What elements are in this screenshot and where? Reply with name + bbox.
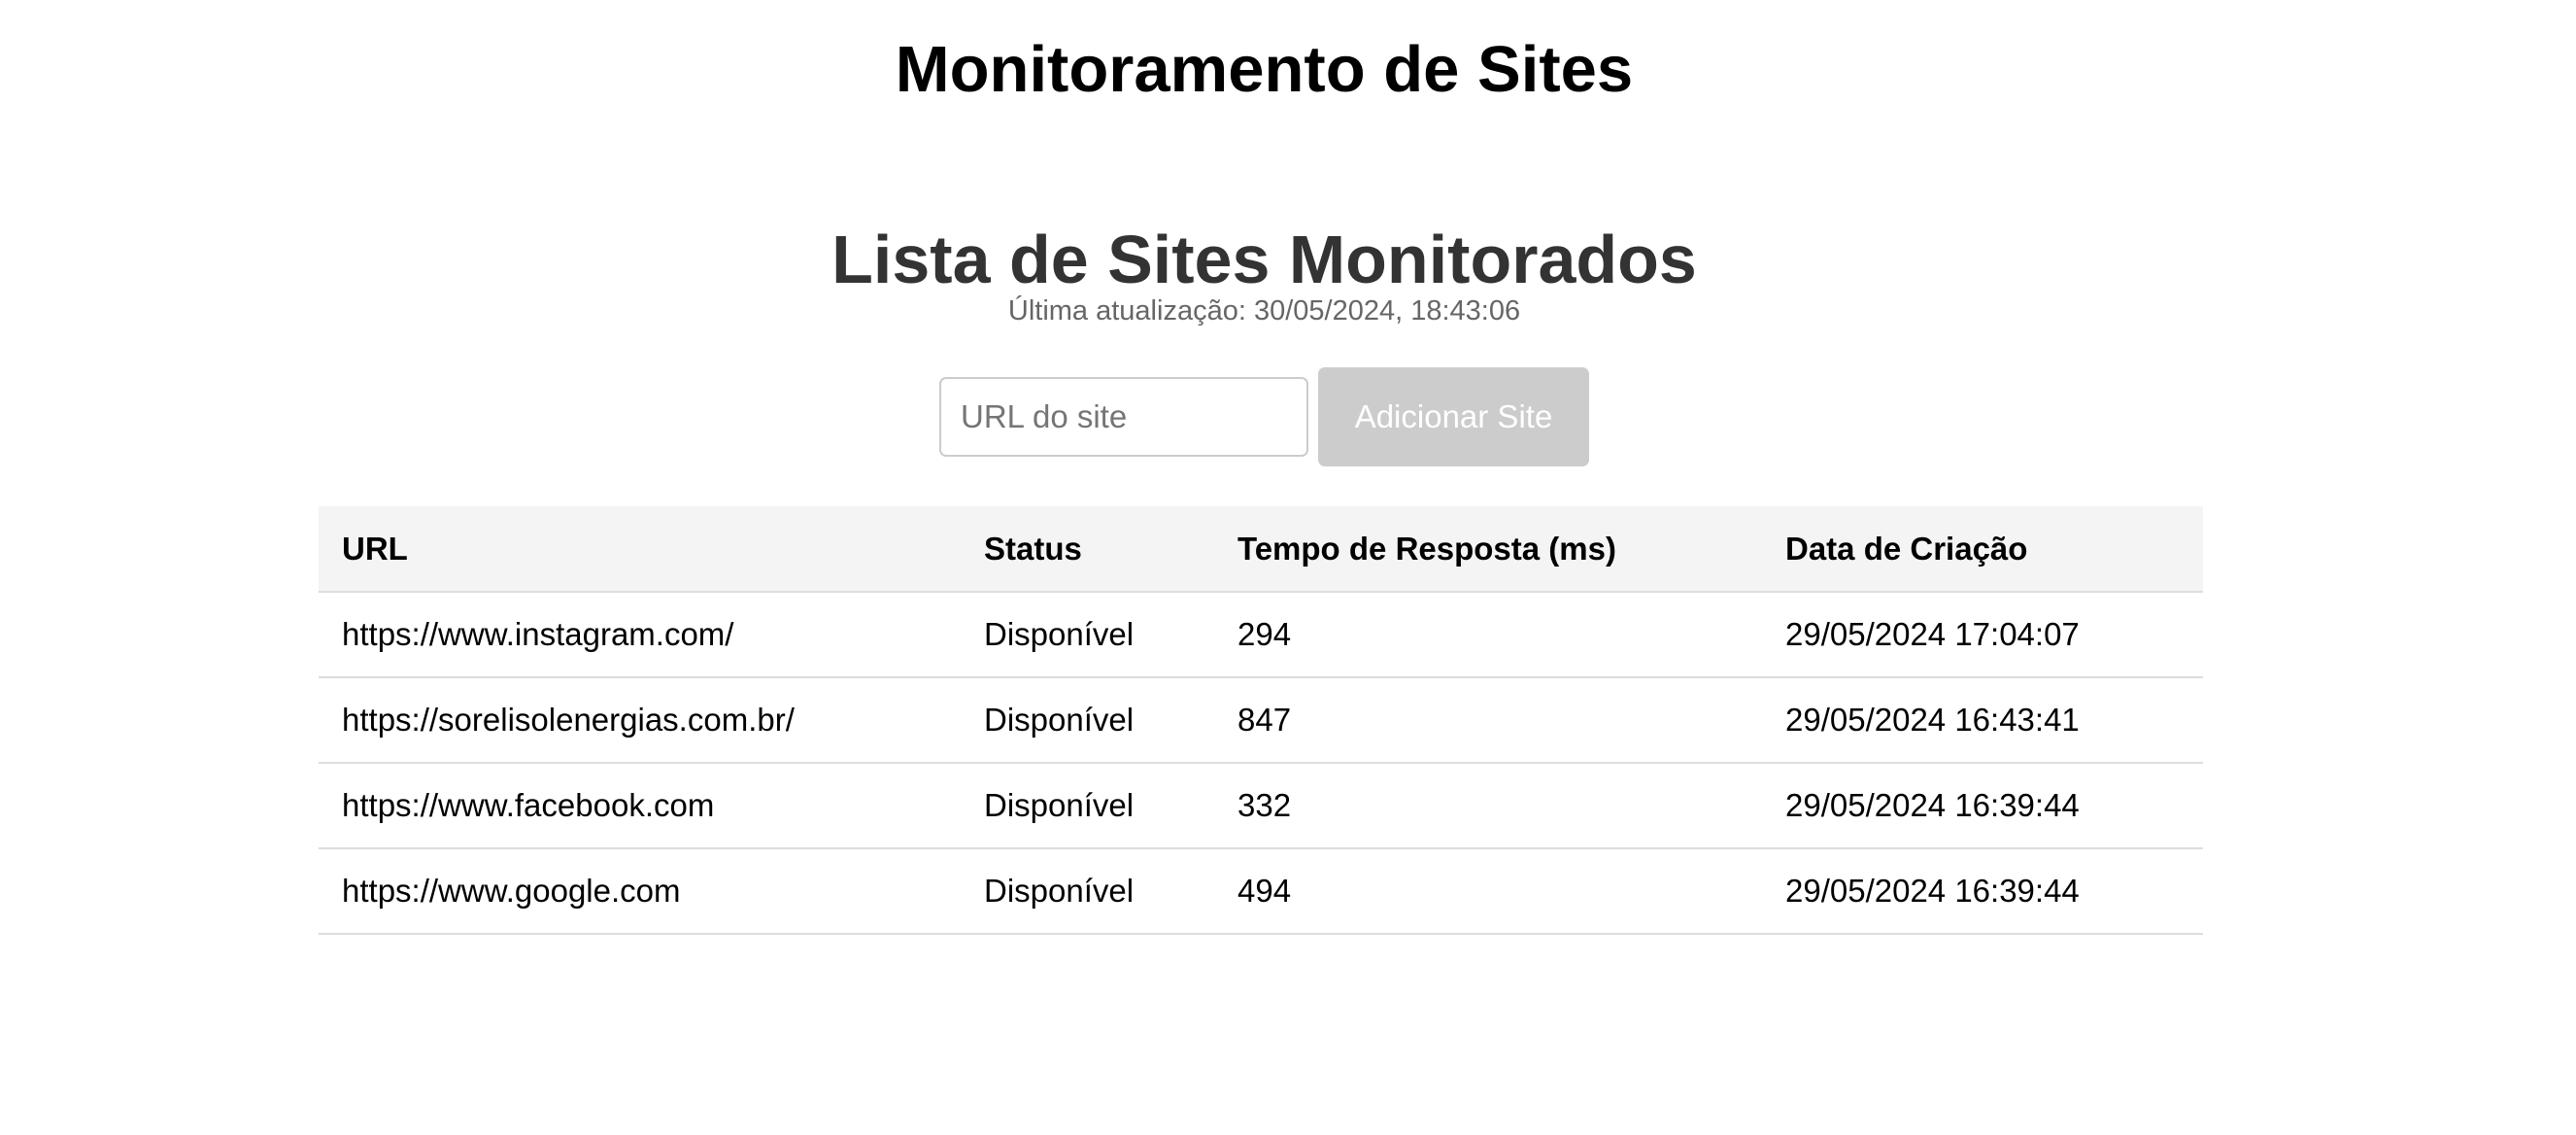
table-row: https://www.facebook.com Disponível 332 … — [319, 763, 2203, 849]
table-header-row: URL Status Tempo de Resposta (ms) Data d… — [319, 506, 2203, 593]
table-row: https://sorelisolenergias.com.br/ Dispon… — [319, 677, 2203, 764]
column-header-created: Data de Criação — [1762, 506, 2203, 593]
app-title: Monitoramento de Sites — [895, 33, 1634, 106]
cell-url: https://www.instagram.com/ — [319, 592, 961, 678]
url-input[interactable] — [939, 377, 1308, 457]
add-site-form: Adicionar Site — [0, 367, 2528, 466]
cell-url: https://sorelisolenergias.com.br/ — [319, 677, 961, 764]
section-title: Lista de Sites Monitorados — [831, 222, 1697, 297]
cell-status: Disponível — [961, 848, 1214, 935]
page: Monitoramento de Sites Lista de Sites Mo… — [0, 0, 2576, 1135]
cell-response-time: 332 — [1214, 763, 1762, 849]
cell-response-time: 847 — [1214, 677, 1762, 764]
cell-status: Disponível — [961, 592, 1214, 678]
cell-status: Disponível — [961, 763, 1214, 849]
cell-created: 29/05/2024 16:39:44 — [1762, 848, 2203, 935]
last-update-label: Última atualização: — [1007, 295, 1246, 327]
add-site-button[interactable]: Adicionar Site — [1318, 367, 1589, 466]
sites-table: URL Status Tempo de Resposta (ms) Data d… — [319, 506, 2203, 935]
column-header-url: URL — [319, 506, 961, 593]
cell-response-time: 494 — [1214, 848, 1762, 935]
cell-created: 29/05/2024 16:43:41 — [1762, 677, 2203, 764]
cell-url: https://www.facebook.com — [319, 763, 961, 849]
last-update-value: 30/05/2024, 18:43:06 — [1253, 295, 1521, 327]
cell-status: Disponível — [961, 677, 1214, 764]
cell-response-time: 294 — [1214, 592, 1762, 678]
table-row: https://www.google.com Disponível 494 29… — [319, 848, 2203, 935]
column-header-response-time: Tempo de Resposta (ms) — [1214, 506, 1762, 593]
table-row: https://www.instagram.com/ Disponível 29… — [319, 592, 2203, 678]
cell-created: 29/05/2024 16:39:44 — [1762, 763, 2203, 849]
last-update: Última atualização: 30/05/2024, 18:43:06 — [0, 292, 2528, 330]
cell-url: https://www.google.com — [319, 848, 961, 935]
column-header-status: Status — [961, 506, 1214, 593]
cell-created: 29/05/2024 17:04:07 — [1762, 592, 2203, 678]
